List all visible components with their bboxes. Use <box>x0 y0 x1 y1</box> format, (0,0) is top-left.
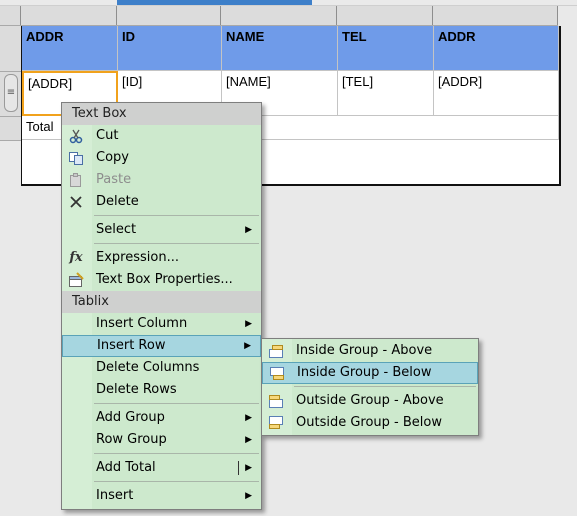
menu-item-row-group[interactable]: Row Group ▶ <box>62 429 261 451</box>
column-handle-1[interactable] <box>21 6 117 25</box>
menu-item-delete[interactable]: Delete <box>62 191 261 213</box>
menu-item-expression[interactable]: fx Expression... <box>62 247 261 269</box>
header-text: ID <box>122 29 135 44</box>
submenu-arrow-icon: ▶ <box>245 413 252 423</box>
header-cell-id[interactable]: ID <box>118 26 222 71</box>
header-cell-name[interactable]: NAME <box>222 26 338 71</box>
menu-item-label: Insert Column <box>96 316 188 331</box>
submenu-arrow-icon: ▶ <box>245 463 252 473</box>
scissors-icon <box>68 128 84 144</box>
menu-item-label: Expression... <box>96 250 179 265</box>
menu-item-label: Delete Columns <box>96 360 200 375</box>
menu-item-label: Add Group <box>96 410 165 425</box>
menu-item-label: Add Total <box>96 460 156 475</box>
submenu-arrow-icon: ▶ <box>245 491 252 501</box>
insert-row-submenu: Inside Group - Above Inside Group - Belo… <box>261 338 479 436</box>
cell-text: [ADDR] <box>28 76 73 91</box>
data-cell-tel[interactable]: [TEL] <box>338 71 434 116</box>
row-handles: ≡ <box>0 26 22 141</box>
submenu-arrow-icon: ▶ <box>245 435 252 445</box>
header-text: TEL <box>342 29 367 44</box>
menu-item-delete-columns[interactable]: Delete Columns <box>62 357 261 379</box>
properties-icon <box>68 272 84 288</box>
menu-item-select[interactable]: Select ▶ <box>62 219 261 241</box>
header-text: NAME <box>226 29 265 44</box>
column-handle-2[interactable] <box>117 6 221 25</box>
header-cell-addr-2[interactable]: ADDR <box>434 26 559 71</box>
menu-item-label: Select <box>96 222 137 237</box>
text-cursor-icon <box>238 461 239 475</box>
row-divider <box>0 140 21 141</box>
menu-item-inside-group-above[interactable]: Inside Group - Above <box>262 340 478 362</box>
total-label: Total <box>26 119 54 134</box>
insert-row-above-icon <box>268 343 284 359</box>
submenu-arrow-icon: ▶ <box>245 225 252 235</box>
menu-item-paste[interactable]: Paste <box>62 169 261 191</box>
cell-text: [ADDR] <box>438 74 483 89</box>
menu-item-insert-column[interactable]: Insert Column ▶ <box>62 313 261 335</box>
cell-text: [ID] <box>122 74 143 89</box>
group-row-handle[interactable]: ≡ <box>4 74 18 112</box>
delete-x-icon <box>68 194 84 210</box>
submenu-arrow-icon: ▶ <box>245 319 252 329</box>
menu-item-label: Text Box Properties... <box>96 272 233 287</box>
header-text: ADDR <box>26 29 64 44</box>
menu-item-cut[interactable]: Cut <box>62 125 261 147</box>
header-cell-addr[interactable]: ADDR <box>22 26 118 71</box>
menu-item-label: Delete <box>96 194 139 209</box>
menu-item-label: Copy <box>96 150 129 165</box>
menu-item-copy[interactable]: Copy <box>62 147 261 169</box>
column-handle-3[interactable] <box>221 6 337 25</box>
menu-item-add-total[interactable]: Add Total ▶ <box>62 457 261 479</box>
data-cell-addr-2[interactable]: [ADDR] <box>434 71 559 116</box>
menu-item-outside-group-above[interactable]: Outside Group - Above <box>262 390 478 412</box>
menu-item-textbox-properties[interactable]: Text Box Properties... <box>62 269 261 291</box>
menu-item-add-group[interactable]: Add Group ▶ <box>62 407 261 429</box>
insert-row-above-icon <box>268 393 284 409</box>
submenu-arrow-icon: ▶ <box>244 341 251 351</box>
column-handle-4[interactable] <box>337 6 433 25</box>
insert-row-below-icon <box>268 415 284 431</box>
menu-item-label: Delete Rows <box>96 382 177 397</box>
row-divider <box>0 71 21 72</box>
menu-item-insert-row[interactable]: Insert Row ▶ <box>62 335 261 357</box>
menu-item-outside-group-below[interactable]: Outside Group - Below <box>262 412 478 434</box>
header-cell-tel[interactable]: TEL <box>338 26 434 71</box>
paste-icon <box>68 172 84 188</box>
menu-item-label: Inside Group - Above <box>296 343 433 358</box>
column-handle-5[interactable] <box>433 6 558 25</box>
menu-section-textbox: Text Box <box>62 103 261 125</box>
row-divider <box>0 116 21 117</box>
cell-text: [TEL] <box>342 74 374 89</box>
menu-item-label: Paste <box>96 172 132 187</box>
menu-item-label: Outside Group - Below <box>296 415 442 430</box>
menu-item-delete-rows[interactable]: Delete Rows <box>62 379 261 401</box>
menu-item-inside-group-below[interactable]: Inside Group - Below <box>262 362 478 384</box>
context-menu: Text Box Cut Copy Paste Delete Select ▶ … <box>61 102 262 510</box>
menu-section-tablix: Tablix <box>62 291 261 313</box>
corner-handle[interactable] <box>0 6 21 25</box>
menu-item-label: Inside Group - Below <box>297 365 432 380</box>
function-fx-icon: fx <box>69 250 83 265</box>
menu-item-label: Insert <box>96 488 134 503</box>
menu-item-label: Cut <box>96 128 119 143</box>
insert-row-below-icon <box>269 366 285 382</box>
menu-item-label: Outside Group - Above <box>296 393 444 408</box>
cell-text: [NAME] <box>226 74 271 89</box>
selected-column-handle[interactable] <box>117 0 312 5</box>
column-handles <box>0 6 558 26</box>
menu-item-label: Insert Row <box>97 338 166 353</box>
menu-item-label: Row Group <box>96 432 167 447</box>
header-text: ADDR <box>438 29 476 44</box>
copy-icon <box>68 150 84 166</box>
menu-item-insert[interactable]: Insert ▶ <box>62 485 261 507</box>
